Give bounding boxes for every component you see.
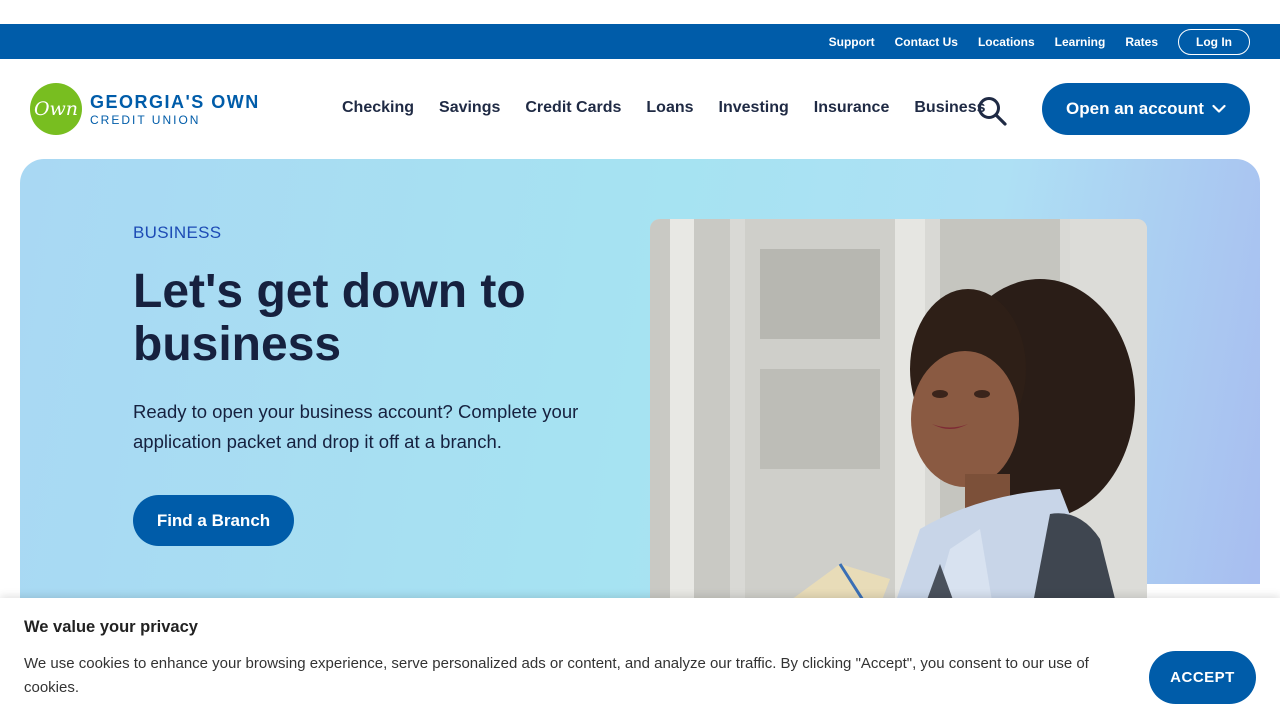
hero-photo-businesswoman [650,219,1147,600]
cookie-title: We value your privacy [24,618,198,636]
hero-description: Ready to open your business account? Com… [133,401,579,452]
search-icon[interactable] [976,95,1008,127]
hero-eyebrow: BUSINESS [133,223,222,242]
logo-wordmark: GEORGIA'S OWN CREDIT UNION [90,93,260,126]
utility-link-locations[interactable]: Locations [978,35,1035,49]
hero-title: Let's get down to business [133,265,526,371]
top-spacer [0,0,1280,24]
cookie-text: We use cookies to enhance your browsing … [24,655,1089,696]
open-account-label: Open an account [1066,99,1204,118]
logo-subtitle: CREDIT UNION [90,112,201,127]
logo-mark: Own [30,83,82,135]
nav-item-checking[interactable]: Checking [342,99,414,117]
primary-nav-links: Checking Savings Credit Cards Loans Inve… [342,99,1011,117]
nav-item-loans[interactable]: Loans [646,99,693,117]
main-nav: Own GEORGIA'S OWN CREDIT UNION Checking … [0,59,1280,159]
utility-bar: Support Contact Us Locations Learning Ra… [0,24,1280,59]
utility-link-support[interactable]: Support [829,35,875,49]
nav-item-savings[interactable]: Savings [439,99,500,117]
find-a-branch-button[interactable]: Find a Branch [133,495,294,546]
nav-item-insurance[interactable]: Insurance [814,99,890,117]
nav-item-investing[interactable]: Investing [719,99,789,117]
login-button[interactable]: Log In [1178,28,1250,55]
nav-item-business[interactable]: Business [914,99,985,117]
utility-link-learning[interactable]: Learning [1055,35,1106,49]
cookie-consent-banner: We value your privacy We use cookies to … [0,598,1280,720]
utility-link-rates[interactable]: Rates [1125,35,1158,49]
chevron-down-icon [1212,104,1226,113]
nav-item-credit-cards[interactable]: Credit Cards [525,99,621,117]
open-account-button[interactable]: Open an account [1042,83,1250,135]
logo-name: GEORGIA'S OWN [90,91,260,112]
utility-link-contact-us[interactable]: Contact Us [895,35,958,49]
logo[interactable]: Own GEORGIA'S OWN CREDIT UNION [30,83,260,135]
hero-banner: BUSINESS Let's get down to business Read… [20,159,1260,600]
accept-cookies-button[interactable]: ACCEPT [1149,651,1256,704]
